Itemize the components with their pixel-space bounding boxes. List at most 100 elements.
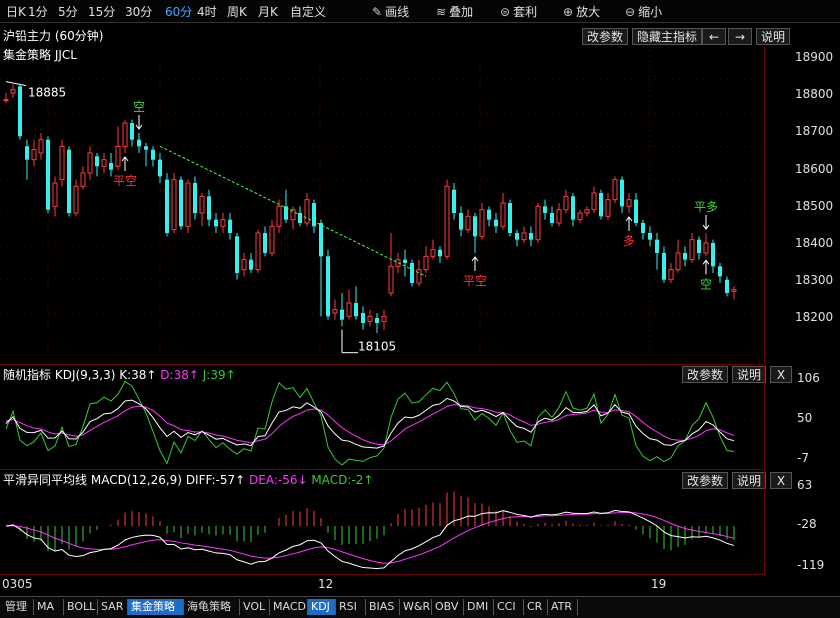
period-toolbar: 日K 1分 5分 15分 30分 60分 4时 周K 月K 自定义 ✎ 画线 ≋ 叠加 ⊜ 套利 ⊕ 放大 ⊖ 缩小 bbox=[0, 0, 840, 23]
high-marker-line bbox=[5, 81, 27, 87]
candle bbox=[52, 176, 58, 217]
macd-help-button[interactable]: 说明 bbox=[732, 472, 767, 489]
tool-button[interactable]: ≋ 叠加 bbox=[436, 3, 473, 20]
candle bbox=[612, 176, 618, 203]
scroll-right-button[interactable]: → bbox=[728, 28, 752, 45]
indicator-tab[interactable]: KDJ bbox=[308, 599, 336, 615]
candle bbox=[416, 259, 422, 287]
candle bbox=[87, 146, 93, 180]
candle bbox=[388, 233, 394, 297]
indicator-tab[interactable]: ATR bbox=[548, 599, 578, 615]
price-tick: 18800 bbox=[795, 87, 834, 102]
scroll-left-button[interactable]: ← bbox=[702, 28, 726, 45]
candle bbox=[346, 289, 352, 320]
indicator-tab[interactable]: 海龟策略 bbox=[184, 599, 240, 615]
candle bbox=[3, 93, 9, 103]
price-tick: 18200 bbox=[795, 310, 834, 325]
candle bbox=[144, 143, 148, 167]
candle bbox=[620, 176, 624, 213]
candle bbox=[375, 313, 379, 333]
candle bbox=[444, 179, 450, 260]
indicator-tab[interactable]: BIAS bbox=[366, 599, 400, 615]
candle bbox=[697, 236, 701, 260]
candle bbox=[25, 139, 29, 180]
period-tab[interactable]: 1分 bbox=[28, 3, 48, 20]
indicator-tab[interactable]: RSI bbox=[336, 599, 366, 615]
candle bbox=[263, 226, 267, 257]
indicator-tab[interactable]: CCI bbox=[494, 599, 524, 615]
tool-label: 画线 bbox=[385, 5, 410, 19]
indicator-tab[interactable]: CR bbox=[524, 599, 548, 615]
candle bbox=[269, 219, 275, 257]
candle bbox=[423, 246, 429, 273]
indicator-tab[interactable]: MACD bbox=[270, 599, 308, 615]
period-tab[interactable]: 60分 bbox=[165, 3, 192, 20]
candle bbox=[605, 193, 611, 220]
indicator-tab[interactable]: DMI bbox=[464, 599, 494, 615]
candle bbox=[10, 84, 16, 98]
candle bbox=[563, 189, 569, 213]
candle bbox=[220, 213, 226, 233]
period-tab[interactable]: 自定义 bbox=[290, 3, 326, 20]
period-tab[interactable]: 日K bbox=[6, 3, 26, 20]
period-tab[interactable]: 4时 bbox=[197, 3, 217, 20]
candle bbox=[438, 246, 442, 263]
candle bbox=[521, 226, 527, 243]
price-tick: 18500 bbox=[795, 198, 834, 213]
indicator-tab[interactable]: SAR bbox=[98, 599, 128, 615]
candle bbox=[626, 193, 632, 213]
indicator-tab[interactable]: 管理 bbox=[2, 599, 34, 615]
price-tick: 18600 bbox=[795, 161, 834, 176]
candle bbox=[122, 119, 128, 153]
indicator-tab[interactable]: MA bbox=[34, 599, 64, 615]
tool-label: 放大 bbox=[576, 5, 601, 19]
period-tab[interactable]: 30分 bbox=[125, 3, 152, 20]
price-tick: 18400 bbox=[795, 236, 834, 250]
macd-panel: 平滑异同平均线 MACD(12,26,9) DIFF:-57↑ DEA:-56↓… bbox=[0, 470, 764, 575]
candle bbox=[165, 173, 169, 237]
indicator-tab[interactable]: 集金策略 bbox=[128, 599, 184, 615]
tool-label: 套利 bbox=[513, 5, 538, 19]
macd-tick: -119 bbox=[797, 558, 825, 572]
tool-button[interactable]: ⊖ 缩小 bbox=[625, 3, 662, 20]
candle bbox=[332, 299, 338, 320]
svg-text:平空: 平空 bbox=[113, 174, 137, 188]
tool-button[interactable]: ⊜ 套利 bbox=[500, 3, 537, 20]
kdj-axis: 106 50 -7 bbox=[764, 365, 840, 469]
layers-icon: ≋ bbox=[436, 5, 447, 19]
high-price-label: 18885 bbox=[28, 86, 66, 100]
kdj-help-button[interactable]: 说明 bbox=[732, 366, 767, 383]
candle bbox=[151, 146, 155, 167]
candle bbox=[130, 119, 134, 147]
candle bbox=[241, 253, 247, 277]
candle bbox=[73, 179, 79, 217]
hide-main-indicator-button[interactable]: 隐藏主指标 bbox=[632, 28, 703, 45]
period-tab[interactable]: 周K bbox=[227, 3, 247, 20]
indicator-tab[interactable]: VOL bbox=[240, 599, 270, 615]
tool-button[interactable]: ⊕ 放大 bbox=[563, 3, 600, 20]
candle bbox=[683, 246, 687, 267]
candle bbox=[668, 263, 674, 283]
change-params-button[interactable]: 改参数 bbox=[582, 28, 629, 45]
kdj-params-button[interactable]: 改参数 bbox=[682, 366, 729, 383]
kdj-chart[interactable] bbox=[0, 365, 764, 469]
candle bbox=[599, 189, 603, 220]
period-tab[interactable]: 5分 bbox=[58, 3, 78, 20]
macd-chart[interactable] bbox=[0, 470, 764, 574]
period-tab[interactable]: 15分 bbox=[88, 3, 115, 20]
candle bbox=[508, 199, 512, 237]
candle bbox=[634, 193, 638, 227]
period-tab[interactable]: 月K bbox=[258, 3, 278, 20]
indicator-tab[interactable]: BOLL bbox=[64, 599, 98, 615]
help-button[interactable]: 说明 bbox=[756, 28, 791, 45]
candle bbox=[731, 286, 737, 300]
candle bbox=[535, 203, 541, 243]
candlestick-chart[interactable]: 1888518105空平空平空多平多空 bbox=[0, 23, 764, 364]
tool-button[interactable]: ✎ 画线 bbox=[372, 3, 409, 20]
candle bbox=[298, 206, 302, 227]
indicator-tab[interactable]: OBV bbox=[432, 599, 464, 615]
indicator-tab[interactable]: W&R bbox=[400, 599, 432, 615]
macd-params-button[interactable]: 改参数 bbox=[682, 472, 729, 489]
price-tick: 18300 bbox=[795, 273, 834, 288]
candle bbox=[158, 153, 162, 183]
